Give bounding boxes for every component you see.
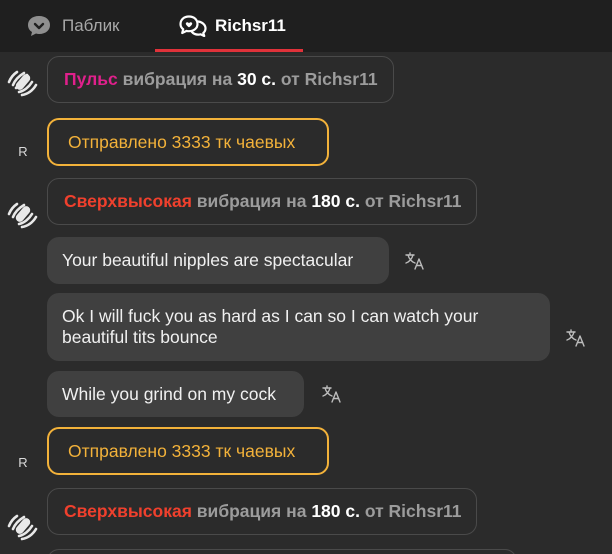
tab-public-label: Паблик [62, 16, 120, 35]
vibration-message: Пульс вибрация на 30 с. от Richsr11 [47, 56, 394, 103]
vibration-text: вибрация на [196, 501, 307, 521]
vibration-level: Сверхвысокая [64, 191, 192, 211]
tip-message: Отправлено 3333 тк чаевых [47, 427, 329, 475]
vibration-duration: 180 с. [311, 191, 360, 211]
vibration-user[interactable]: Richsr11 [389, 501, 462, 522]
vibration-duration: 180 с. [311, 501, 360, 521]
message-bubble: Ok I will fuck you as hard as I can so I… [47, 293, 550, 361]
chat-tabs: Паблик Richsr11 [0, 0, 612, 52]
vibration-icon [5, 507, 39, 541]
vibration-user[interactable]: Richsr11 [305, 69, 378, 90]
translate-icon[interactable] [322, 385, 342, 403]
message-bubble: Your beautiful nipples are spectacular [47, 237, 389, 284]
next-message-partial [47, 549, 517, 554]
chat-panel: Паблик Richsr11 Пульс вибрация на 30 с. … [0, 0, 612, 554]
message-bubble: While you grind on my cock [47, 371, 304, 417]
tip-message: Отправлено 3333 тк чаевых [47, 118, 329, 166]
vibration-icon [5, 63, 39, 97]
vibration-text: вибрация на [122, 69, 233, 89]
translate-icon[interactable] [405, 252, 425, 270]
vibration-icon [5, 195, 39, 229]
vibration-from: от [280, 69, 300, 89]
message-feed[interactable]: Пульс вибрация на 30 с. от Richsr11 R От… [0, 52, 612, 554]
tab-user-label: Richsr11 [215, 16, 286, 35]
vibration-level: Сверхвысокая [64, 501, 192, 521]
chat-bubble-icon [26, 15, 52, 37]
avatar[interactable]: R [13, 141, 33, 161]
vibration-from: от [364, 501, 384, 521]
tab-private-user[interactable]: Richsr11 [155, 0, 303, 52]
vibration-level: Пульс [64, 69, 118, 89]
vibration-message: Сверхвысокая вибрация на 180 с. от Richs… [47, 178, 477, 225]
vibration-message: Сверхвысокая вибрация на 180 с. от Richs… [47, 488, 477, 535]
tab-public[interactable]: Паблик [0, 0, 155, 52]
translate-icon[interactable] [566, 329, 586, 347]
vibration-text: вибрация на [196, 191, 307, 211]
vibration-from: от [364, 191, 384, 211]
vibration-duration: 30 с. [237, 69, 277, 89]
vibration-user[interactable]: Richsr11 [389, 191, 462, 212]
avatar[interactable]: R [13, 452, 33, 472]
private-chat-icon [179, 15, 207, 38]
